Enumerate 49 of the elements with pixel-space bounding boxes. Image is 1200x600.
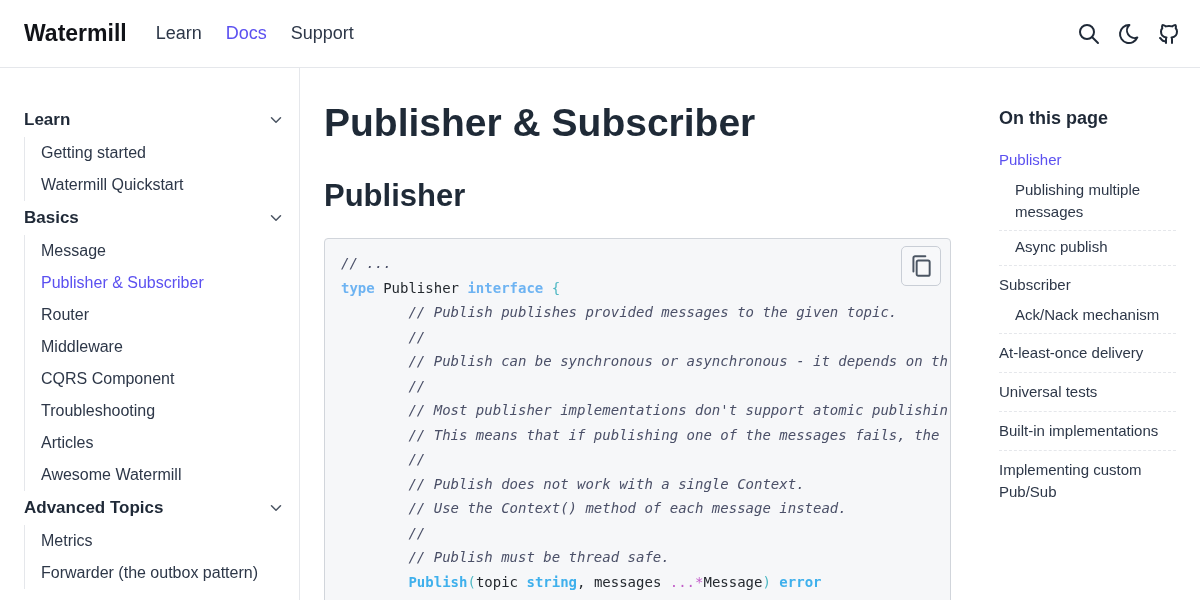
code-line: // (408, 523, 426, 543)
code-line: // (408, 450, 426, 469)
sidebar-link[interactable]: Getting started (41, 144, 146, 162)
code-line: // Publish must be thread safe. (408, 548, 670, 567)
code-line: Publish(topic string, messages ...*Message) error (408, 572, 822, 592)
sidebar-link[interactable]: Publisher & Subscriber (41, 274, 204, 292)
sidebar-link[interactable]: Watermill Quickstart (41, 176, 184, 194)
sidebar-link[interactable]: CQRS Component (41, 370, 175, 388)
sidebar-section-title[interactable]: Learn (24, 110, 71, 130)
toc-link[interactable]: Subscriber (999, 274, 1071, 296)
toc-link[interactable]: Ack/Nack mechanism (1015, 304, 1160, 326)
moon-icon[interactable] (1117, 21, 1141, 46)
sidebar-link[interactable]: Middleware (41, 338, 123, 356)
sidebar-section-title[interactable]: Advanced Topics (24, 498, 164, 518)
toc-link[interactable]: Publisher (999, 149, 1062, 171)
nav-link[interactable]: Docs (225, 23, 267, 44)
section-heading: Publisher (324, 177, 466, 215)
code-line: // This means that if publishing one of the messages fails, the (408, 425, 940, 445)
sidebar-link[interactable]: Metrics (41, 532, 93, 550)
toc-link[interactable]: Publishing multiple messages (1015, 179, 1176, 223)
toc-heading: On this page (999, 107, 1108, 130)
toc-link[interactable]: Built-in implementations (999, 420, 1159, 442)
code-line: // Most publisher implementations don't support atomic publishin (408, 401, 948, 420)
sidebar-link[interactable]: Router (41, 306, 90, 324)
code-line: // Publish publishes provided messages to the given topic. (408, 303, 898, 322)
code-line: // Use the Context() method of each message instead. (408, 499, 847, 518)
code-line: // (408, 327, 426, 347)
sidebar-link[interactable]: Troubleshooting (41, 402, 156, 420)
code-line: // (408, 376, 426, 396)
page-title: Publisher & Subscriber (324, 100, 756, 146)
toc-link[interactable]: Implementing custom Pub/Sub (999, 459, 1176, 503)
search-icon[interactable] (1077, 21, 1101, 46)
sidebar-link[interactable]: Forwarder (the outbox pattern) (41, 564, 258, 582)
site-logo[interactable]: Watermill (24, 20, 127, 47)
github-icon[interactable] (1157, 21, 1181, 46)
nav-link[interactable]: Support (290, 23, 354, 44)
sidebar-link[interactable]: Awesome Watermill (41, 466, 182, 484)
copy-button[interactable] (901, 246, 941, 286)
sidebar-link[interactable]: Message (41, 242, 106, 260)
nav-link[interactable]: Learn (155, 23, 202, 44)
code-line: // ... (341, 254, 392, 273)
toc-link[interactable]: Async publish (1015, 236, 1108, 258)
sidebar-section-title[interactable]: Basics (24, 208, 79, 228)
sidebar-link[interactable]: Articles (41, 434, 94, 452)
toc-link[interactable]: At-least-once delivery (999, 342, 1144, 364)
code-line: // Publish can be synchronous or asynchronous - it depends on th (408, 352, 948, 371)
code-line: type Publisher interface { (341, 278, 561, 298)
code-line: // Publish does not work with a single Context. (408, 474, 805, 494)
toc-link[interactable]: Universal tests (999, 381, 1098, 403)
